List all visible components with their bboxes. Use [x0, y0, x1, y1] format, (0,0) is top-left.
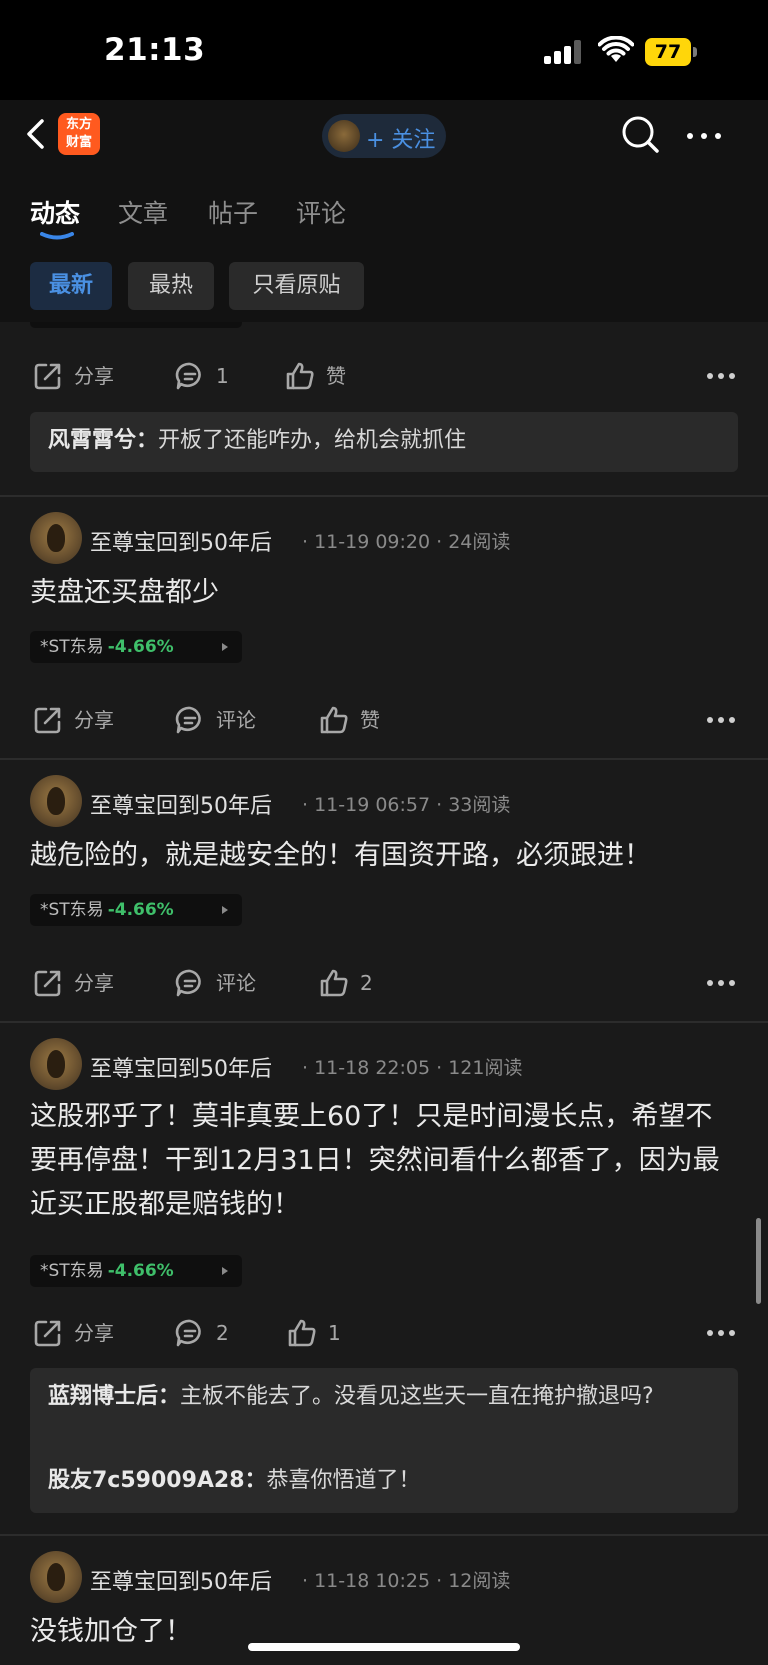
post-content[interactable]: 卖盘还买盘都少: [30, 571, 730, 615]
comment-icon: [175, 1319, 201, 1347]
filter-original-only[interactable]: 只看原贴: [229, 262, 364, 310]
avatar[interactable]: [30, 1551, 82, 1603]
arrow-right-icon: [222, 1267, 228, 1275]
filter-bar: 最新 最热 只看原贴: [0, 244, 768, 322]
post-meta: · 11-19 09:20 · 24阅读: [302, 531, 511, 553]
arrow-right-icon: [222, 906, 228, 914]
post-meta: · 11-18 22:05 · 121阅读: [302, 1057, 523, 1079]
more-icon[interactable]: [706, 372, 736, 380]
thumbs-up-icon: [320, 969, 348, 997]
thumbs-up-icon: [320, 706, 348, 734]
tab-comments[interactable]: 评论: [296, 194, 346, 230]
battery-icon: 77: [645, 38, 697, 66]
post-feed: 分享 1 赞 风霄霄兮：开板了还能咋办，给机会就抓住 至尊宝回到50年后 · 1…: [0, 322, 768, 1665]
post-actions: 分享 评论 赞: [0, 700, 768, 740]
share-icon: [34, 1320, 61, 1347]
post-actions: 分享 评论 2: [0, 963, 768, 1003]
divider: [0, 1021, 768, 1023]
reply-box[interactable]: 风霄霄兮：开板了还能咋办，给机会就抓住: [30, 412, 738, 472]
stock-tag[interactable]: *ST东易 -4.66%: [30, 631, 242, 663]
post-meta: · 11-19 06:57 · 33阅读: [302, 794, 511, 816]
divider: [0, 758, 768, 760]
nav-bar: 东方 财富 + 关注: [0, 100, 768, 172]
tab-dynamic[interactable]: 动态: [30, 194, 80, 230]
avatar[interactable]: [30, 1038, 82, 1090]
comment-icon: [175, 362, 201, 390]
post-author[interactable]: 至尊宝回到50年后: [90, 1051, 272, 1083]
comment-icon: [175, 969, 201, 997]
post-author[interactable]: 至尊宝回到50年后: [90, 788, 272, 820]
post-actions: 分享 1 赞: [0, 356, 768, 396]
more-icon[interactable]: [706, 979, 736, 987]
search-icon[interactable]: [618, 112, 662, 156]
reply-item: 股友7c59009A28：恭喜你悟道了！: [48, 1468, 421, 1493]
follow-label: + 关注: [366, 128, 436, 153]
post-author[interactable]: 至尊宝回到50年后: [90, 525, 272, 557]
share-icon: [34, 970, 61, 997]
post-actions: 分享 2 1: [0, 1313, 768, 1353]
post-content[interactable]: 越危险的，就是越安全的！有国资开路，必须跟进！: [30, 834, 730, 878]
reply-item: 蓝翔博士后：主板不能去了。没看见这些天一直在掩护撤退吗?: [48, 1384, 654, 1409]
filter-hottest[interactable]: 最热: [128, 262, 214, 310]
battery-percent: 77: [654, 41, 682, 63]
tab-bar: 动态 文章 帖子 评论: [0, 172, 768, 244]
home-indicator[interactable]: [248, 1643, 520, 1651]
more-icon[interactable]: [706, 716, 736, 724]
tab-articles[interactable]: 文章: [118, 194, 168, 230]
comment-icon: [175, 706, 201, 734]
stock-tag[interactable]: *ST东易 -4.66%: [30, 894, 242, 926]
avatar[interactable]: [30, 512, 82, 564]
divider: [0, 1534, 768, 1536]
reply-box[interactable]: 蓝翔博士后：主板不能去了。没看见这些天一直在掩护撤退吗? 股友7c59009A2…: [30, 1368, 738, 1513]
back-icon[interactable]: [18, 114, 58, 154]
thumbs-up-icon: [288, 1319, 316, 1347]
scrollbar[interactable]: [756, 1218, 761, 1304]
status-bar: 21:13 77: [0, 0, 768, 100]
post-author[interactable]: 至尊宝回到50年后: [90, 1564, 272, 1596]
avatar[interactable]: [30, 775, 82, 827]
share-icon: [34, 363, 61, 390]
arrow-right-icon: [222, 643, 228, 651]
tab-active-indicator: [40, 232, 74, 240]
status-time: 21:13: [104, 32, 206, 68]
more-icon[interactable]: [706, 1329, 736, 1337]
avatar: [328, 120, 360, 152]
stock-tag[interactable]: [30, 322, 242, 328]
cellular-signal-icon: [544, 40, 584, 64]
filter-latest[interactable]: 最新: [30, 262, 112, 310]
reply-item: 风霄霄兮：开板了还能咋办，给机会就抓住: [48, 428, 467, 453]
stock-tag[interactable]: *ST东易 -4.66%: [30, 1255, 242, 1287]
more-icon[interactable]: [684, 126, 724, 146]
tab-posts[interactable]: 帖子: [208, 194, 258, 230]
share-icon: [34, 707, 61, 734]
eastmoney-logo: 东方 财富: [58, 113, 100, 155]
wifi-icon: [598, 36, 634, 62]
post-content[interactable]: 这股邪乎了！莫非真要上60了！只是时间漫长点，希望不要再停盘！干到12月31日！…: [30, 1095, 730, 1227]
divider: [0, 495, 768, 497]
thumbs-up-icon: [286, 362, 314, 390]
post-meta: · 11-18 10:25 · 12阅读: [302, 1570, 511, 1592]
follow-button[interactable]: + 关注: [322, 114, 446, 158]
